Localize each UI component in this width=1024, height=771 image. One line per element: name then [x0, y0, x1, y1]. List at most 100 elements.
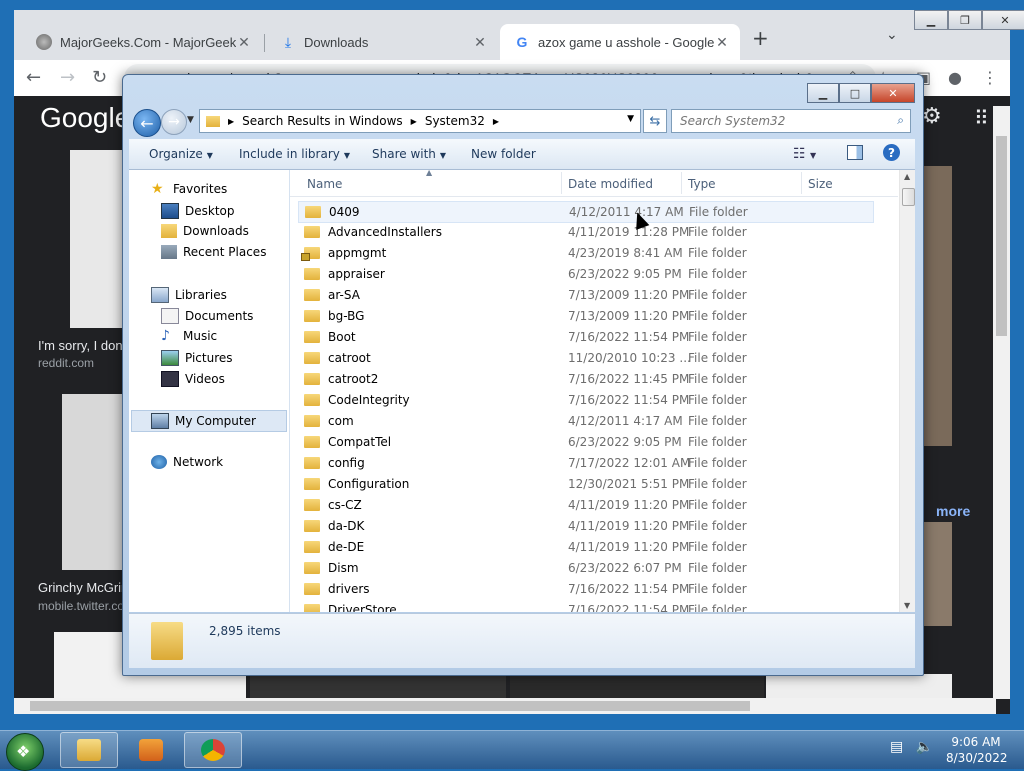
search-box[interactable]: ⌕ — [671, 109, 911, 133]
file-row[interactable]: cs-CZ 4/11/2019 11:20 PM File folder — [298, 495, 872, 515]
file-row[interactable]: DriverStore 7/16/2022 11:54 PM File folder — [298, 600, 872, 612]
image-result-title[interactable]: Grinchy McGrin — [38, 580, 128, 595]
change-view-icon[interactable]: ☷ ▼ — [793, 146, 816, 162]
profile-avatar-icon[interactable]: ● — [948, 68, 962, 87]
column-date-modified[interactable]: Date modified — [568, 177, 653, 191]
reload-icon[interactable]: ↻ — [92, 67, 107, 88]
file-row[interactable]: com 4/12/2011 4:17 AM File folder — [298, 411, 872, 431]
apps-grid-icon[interactable]: ⠿ — [974, 106, 989, 130]
file-row[interactable]: ar-SA 7/13/2009 11:20 PM File folder — [298, 285, 872, 305]
start-button[interactable]: ❖ — [6, 733, 44, 771]
image-result-thumbnail[interactable] — [70, 150, 122, 328]
more-results-link[interactable]: more — [936, 503, 970, 519]
file-row[interactable]: de-DE 4/11/2019 11:20 PM File folder — [298, 537, 872, 557]
file-row[interactable]: bg-BG 7/13/2009 11:20 PM File folder — [298, 306, 872, 326]
page-vertical-scrollbar[interactable] — [993, 106, 1010, 699]
organize-button[interactable]: Organize ▼ — [149, 147, 213, 161]
tab-search-chevron-icon[interactable]: ⌄ — [886, 27, 898, 43]
include-in-library-button[interactable]: Include in library ▼ — [239, 147, 350, 161]
file-row[interactable]: appraiser 6/23/2022 9:05 PM File folder — [298, 264, 872, 284]
image-result-title[interactable]: I'm sorry, I don't — [38, 338, 129, 353]
scroll-down-icon[interactable]: ▼ — [904, 601, 910, 610]
file-type: File folder — [689, 205, 748, 219]
file-row[interactable]: appmgmt 4/23/2019 8:41 AM File folder — [298, 243, 872, 263]
back-button[interactable]: ← — [133, 109, 161, 137]
file-row[interactable]: drivers 7/16/2022 11:54 PM File folder — [298, 579, 872, 599]
restore-icon[interactable]: ❐ — [948, 10, 982, 30]
scroll-up-icon[interactable]: ▲ — [904, 172, 910, 181]
forward-button[interactable]: → — [161, 109, 187, 135]
nav-recent-places[interactable]: Recent Places — [161, 245, 266, 259]
file-row[interactable]: CodeIntegrity 7/16/2022 11:54 PM File fold… — [298, 390, 872, 410]
close-window-icon[interactable]: ✕ — [871, 83, 915, 103]
close-tab-icon[interactable]: ✕ — [236, 34, 252, 51]
column-type[interactable]: Type — [688, 177, 716, 191]
image-result-thumbnail[interactable] — [920, 166, 952, 446]
new-tab-button[interactable]: + — [752, 26, 769, 50]
forward-arrow-icon[interactable]: → — [60, 67, 75, 88]
breadcrumb-search-results[interactable]: Search Results in Windows — [242, 114, 403, 128]
image-result-thumbnail[interactable] — [920, 522, 952, 626]
new-folder-button[interactable]: New folder — [471, 147, 536, 161]
file-row[interactable]: 0409 4/12/2011 4:17 AM File folder — [298, 201, 874, 223]
breadcrumb-system32[interactable]: System32 — [425, 114, 485, 128]
maximize-icon[interactable]: □ — [839, 83, 871, 103]
nav-libraries[interactable]: Libraries — [151, 287, 227, 303]
taskbar-media-player-button[interactable] — [122, 732, 180, 768]
column-size[interactable]: Size — [808, 177, 833, 191]
nav-downloads[interactable]: Downloads — [161, 224, 249, 238]
file-row[interactable]: Boot 7/16/2022 11:54 PM File folder — [298, 327, 872, 347]
tab-majorgeeks[interactable]: MajorGeeks.Com - MajorGeeks ✕ — [22, 24, 262, 60]
close-window-icon[interactable]: ✕ — [982, 10, 1024, 30]
refresh-button[interactable]: ⇆ — [643, 109, 667, 133]
back-arrow-icon[interactable]: ← — [26, 67, 41, 88]
minimize-icon[interactable]: ▁ — [914, 10, 948, 30]
nav-music[interactable]: ♪ Music — [161, 329, 217, 343]
file-row[interactable]: Dism 6/23/2022 6:07 PM File folder — [298, 558, 872, 578]
google-logo[interactable]: Google — [40, 102, 130, 134]
file-row[interactable]: da-DK 4/11/2019 11:20 PM File folder — [298, 516, 872, 536]
tab-google-search[interactable]: G azox game u asshole - Google Se ✕ — [500, 24, 740, 60]
network-tray-icon[interactable]: ▤ — [890, 739, 903, 755]
file-row[interactable]: catroot2 7/16/2022 11:45 PM File folder — [298, 369, 872, 389]
file-date-modified: 7/16/2022 11:54 PM — [568, 582, 690, 596]
volume-icon[interactable]: 🔈 — [916, 739, 933, 755]
scroll-thumb[interactable] — [902, 188, 915, 206]
column-name[interactable]: Name — [307, 177, 342, 191]
recent-pages-chevron-icon[interactable]: ▼ — [187, 115, 194, 125]
address-dropdown-icon[interactable]: ▼ — [627, 114, 634, 124]
breadcrumb-separator-icon[interactable]: ▶ — [411, 117, 417, 126]
share-with-button[interactable]: Share with ▼ — [372, 147, 446, 161]
search-icon[interactable]: ⌕ — [897, 113, 904, 128]
file-row[interactable]: config 7/17/2022 12:01 AM File folder — [298, 453, 872, 473]
preview-pane-icon[interactable] — [847, 145, 863, 160]
image-result-thumbnail[interactable] — [62, 394, 124, 570]
nav-favorites[interactable]: ★ Favorites — [151, 182, 227, 196]
taskbar-explorer-button[interactable] — [60, 732, 118, 768]
search-input[interactable] — [672, 110, 882, 132]
file-row[interactable]: AdvancedInstallers 4/11/2019 11:28 PM File… — [298, 222, 872, 242]
nav-network[interactable]: Network — [151, 455, 223, 469]
close-tab-icon[interactable]: ✕ — [472, 34, 488, 51]
address-breadcrumb[interactable]: ▶ Search Results in Windows ▶ System32 ▶… — [199, 109, 641, 133]
file-row[interactable]: catroot 11/20/2010 10:23 ... File folder — [298, 348, 872, 368]
nav-my-computer[interactable]: My Computer — [151, 413, 256, 429]
nav-pictures[interactable]: Pictures — [161, 350, 233, 366]
file-row[interactable]: CompatTel 6/23/2022 9:05 PM File folder — [298, 432, 872, 452]
close-tab-icon[interactable]: ✕ — [714, 34, 730, 51]
file-row[interactable]: Configuration 12/30/2021 5:51 PM File fold… — [298, 474, 872, 494]
menu-kebab-icon[interactable]: ⋮ — [982, 68, 998, 87]
minimize-icon[interactable]: ▁ — [807, 83, 839, 103]
taskbar-chrome-button[interactable] — [184, 732, 242, 768]
breadcrumb-separator-icon[interactable]: ▶ — [493, 117, 499, 126]
taskbar-clock[interactable]: 9:06 AM 8/30/2022 — [946, 734, 1008, 766]
help-icon[interactable]: ? — [883, 144, 900, 161]
nav-desktop[interactable]: Desktop — [161, 203, 235, 219]
gear-icon[interactable]: ⚙ — [922, 104, 942, 129]
nav-videos[interactable]: Videos — [161, 371, 225, 387]
nav-documents[interactable]: Documents — [161, 308, 253, 324]
file-list-scrollbar[interactable]: ▲ ▼ — [899, 170, 915, 612]
tab-downloads[interactable]: ⤓ Downloads ✕ — [266, 24, 498, 60]
page-horizontal-scrollbar[interactable] — [14, 698, 996, 714]
breadcrumb-separator-icon[interactable]: ▶ — [228, 117, 234, 126]
